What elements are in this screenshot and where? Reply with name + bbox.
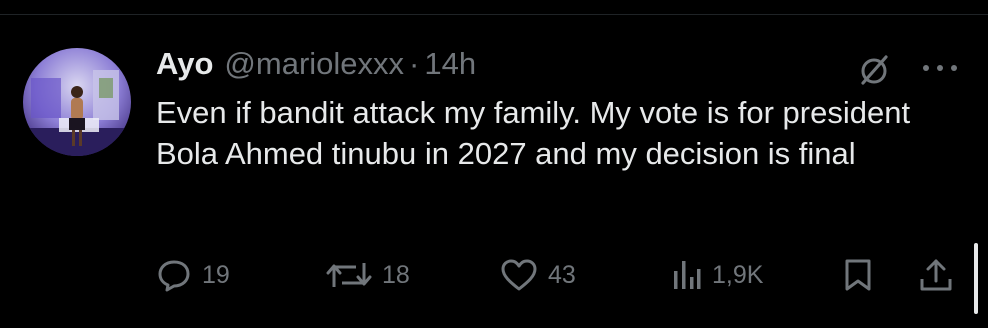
timestamp[interactable]: 14h [424, 46, 476, 82]
like-button[interactable]: 43 [500, 253, 576, 297]
share-icon [920, 259, 952, 291]
grok-icon[interactable] [856, 52, 892, 88]
reply-count: 19 [202, 260, 230, 289]
divider [0, 14, 988, 15]
heart-icon [501, 259, 537, 291]
scrollbar[interactable] [974, 243, 978, 314]
repost-icon [326, 263, 372, 287]
reply-button[interactable]: 19 [156, 253, 230, 297]
author-name[interactable]: Ayo [156, 46, 213, 82]
avatar-image [23, 48, 131, 156]
share-button[interactable] [918, 253, 954, 297]
author-handle[interactable]: @mariolexxx [224, 46, 404, 82]
repost-button[interactable]: 18 [326, 253, 410, 297]
tweet-header: Ayo @mariolexxx · 14h [156, 46, 476, 86]
avatar[interactable] [23, 48, 131, 156]
like-count: 43 [548, 260, 576, 289]
reply-icon [158, 260, 190, 292]
repost-count: 18 [382, 260, 410, 289]
more-icon[interactable] [920, 60, 960, 76]
tweet-screenshot: Ayo @mariolexxx · 14h Even if bandit att… [0, 0, 988, 328]
views-button[interactable]: 1,9K [672, 253, 763, 297]
views-chart-icon [674, 261, 701, 289]
separator-dot: · [409, 46, 420, 81]
action-bar: 19 18 43 1,9K [0, 253, 988, 297]
tweet-text: Even if bandit attack my family. My vote… [156, 95, 911, 171]
bookmark-button[interactable] [842, 253, 874, 297]
bookmark-icon [845, 259, 871, 291]
views-count: 1,9K [712, 260, 764, 289]
